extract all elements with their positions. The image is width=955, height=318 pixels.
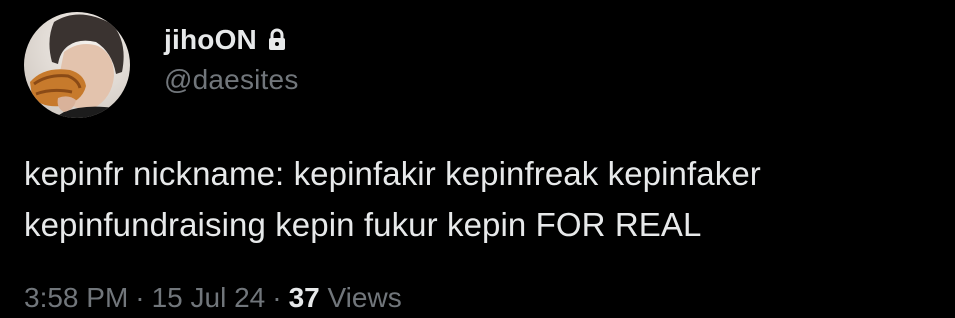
- tweet-time[interactable]: 3:58 PM: [24, 282, 128, 313]
- views-label: Views: [327, 282, 402, 313]
- tweet-header: jihoON @daesites: [24, 12, 924, 122]
- tweet-text: kepinfr nickname: kepinfakir kepinfreak …: [24, 148, 949, 250]
- display-name[interactable]: jihoON: [164, 24, 257, 56]
- author-names: jihoON @daesites: [164, 22, 299, 96]
- avatar-image: [30, 14, 124, 118]
- user-handle[interactable]: @daesites: [164, 64, 299, 96]
- tweet-meta: 3:58 PM · 15 Jul 24 · 37 Views: [24, 282, 402, 318]
- views-count: 37: [288, 282, 320, 313]
- meta-separator: ·: [135, 282, 145, 313]
- display-name-row: jihoON: [164, 22, 299, 58]
- tweet-text-line-1: kepinfr nickname: kepinfakir kepinfreak …: [24, 155, 761, 192]
- user-avatar[interactable]: [24, 12, 130, 118]
- lock-icon: [267, 28, 287, 52]
- meta-separator: ·: [272, 282, 282, 313]
- tweet-text-line-2: kepinfundraising kepin fukur kepin FOR R…: [24, 206, 702, 243]
- tweet-date[interactable]: 15 Jul 24: [152, 282, 266, 313]
